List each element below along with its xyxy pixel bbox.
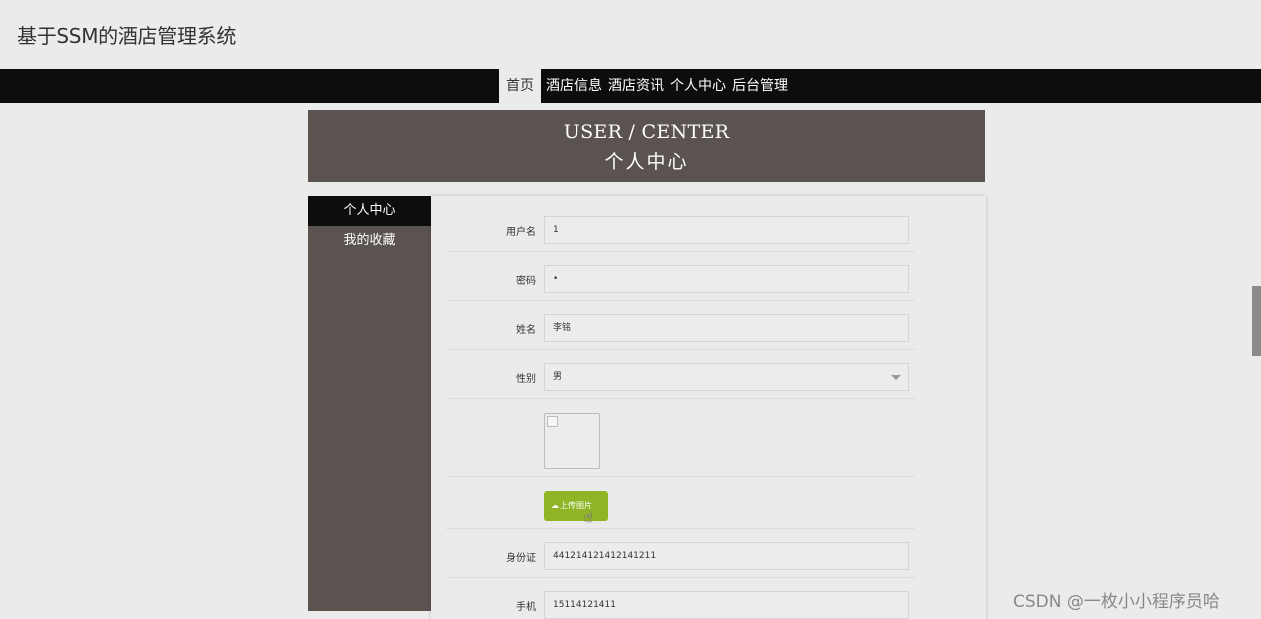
top-navbar: 首页 酒店信息 酒店资讯 个人中心 后台管理: [0, 69, 1261, 103]
gender-select-value: 男: [553, 372, 563, 382]
sidebar-item-favorites[interactable]: 我的收藏: [308, 226, 431, 256]
password-input[interactable]: •: [544, 265, 909, 293]
site-title: 基于SSM的酒店管理系统: [17, 24, 237, 48]
phone-label: 手机: [516, 602, 536, 613]
upload-image-button[interactable]: ☁上传图片 ☝: [544, 491, 608, 526]
gender-select[interactable]: 男: [544, 363, 909, 391]
id-card-input[interactable]: 441214121412141211: [544, 542, 909, 570]
nav-item-hotel-news[interactable]: 酒店资讯: [605, 69, 667, 103]
cloud-upload-icon: ☁: [551, 501, 559, 510]
user-info-form: 用户名 1 密码 • 姓名 李铭 性别 男 ☁上传图片 ☝ 身份证 441214…: [431, 196, 986, 619]
name-label: 姓名: [516, 325, 536, 336]
nav-item-admin[interactable]: 后台管理: [729, 69, 791, 103]
sidebar-item-user-center[interactable]: 个人中心: [308, 196, 431, 226]
name-input[interactable]: 李铭: [544, 314, 909, 342]
banner-title-en: USER / CENTER: [563, 121, 730, 143]
form-row-phone: 手机 15114121411: [446, 578, 915, 619]
page-banner: USER / CENTER 个人中心: [308, 110, 985, 182]
broken-image-icon: [547, 416, 558, 427]
form-row-upload: ☁上传图片 ☝: [446, 477, 915, 529]
form-row-name: 姓名 李铭: [446, 301, 915, 350]
chevron-down-icon: [891, 375, 901, 380]
form-row-avatar: [446, 399, 915, 477]
username-label: 用户名: [506, 227, 536, 238]
nav-menu: 首页 酒店信息 酒店资讯 个人中心 后台管理: [499, 69, 791, 103]
password-label: 密码: [516, 276, 536, 287]
id-card-label: 身份证: [506, 553, 536, 564]
gender-label: 性别: [516, 374, 536, 385]
user-sidebar: 个人中心 我的收藏: [308, 196, 431, 611]
nav-item-home[interactable]: 首页: [499, 69, 541, 103]
form-row-password: 密码 •: [446, 252, 915, 301]
watermark: CSDN @一枚小小程序员哈: [1013, 592, 1220, 612]
username-input[interactable]: 1: [544, 216, 909, 244]
form-row-username: 用户名 1: [446, 210, 915, 252]
scrollbar-thumb[interactable]: [1252, 286, 1261, 356]
banner-title-cn: 个人中心: [604, 151, 689, 173]
nav-item-user-center[interactable]: 个人中心: [667, 69, 729, 103]
form-row-id-card: 身份证 441214121412141211: [446, 529, 915, 578]
nav-item-hotel-info[interactable]: 酒店信息: [543, 69, 605, 103]
phone-input[interactable]: 15114121411: [544, 591, 909, 619]
form-row-gender: 性别 男: [446, 350, 915, 399]
avatar-image: [544, 413, 600, 469]
